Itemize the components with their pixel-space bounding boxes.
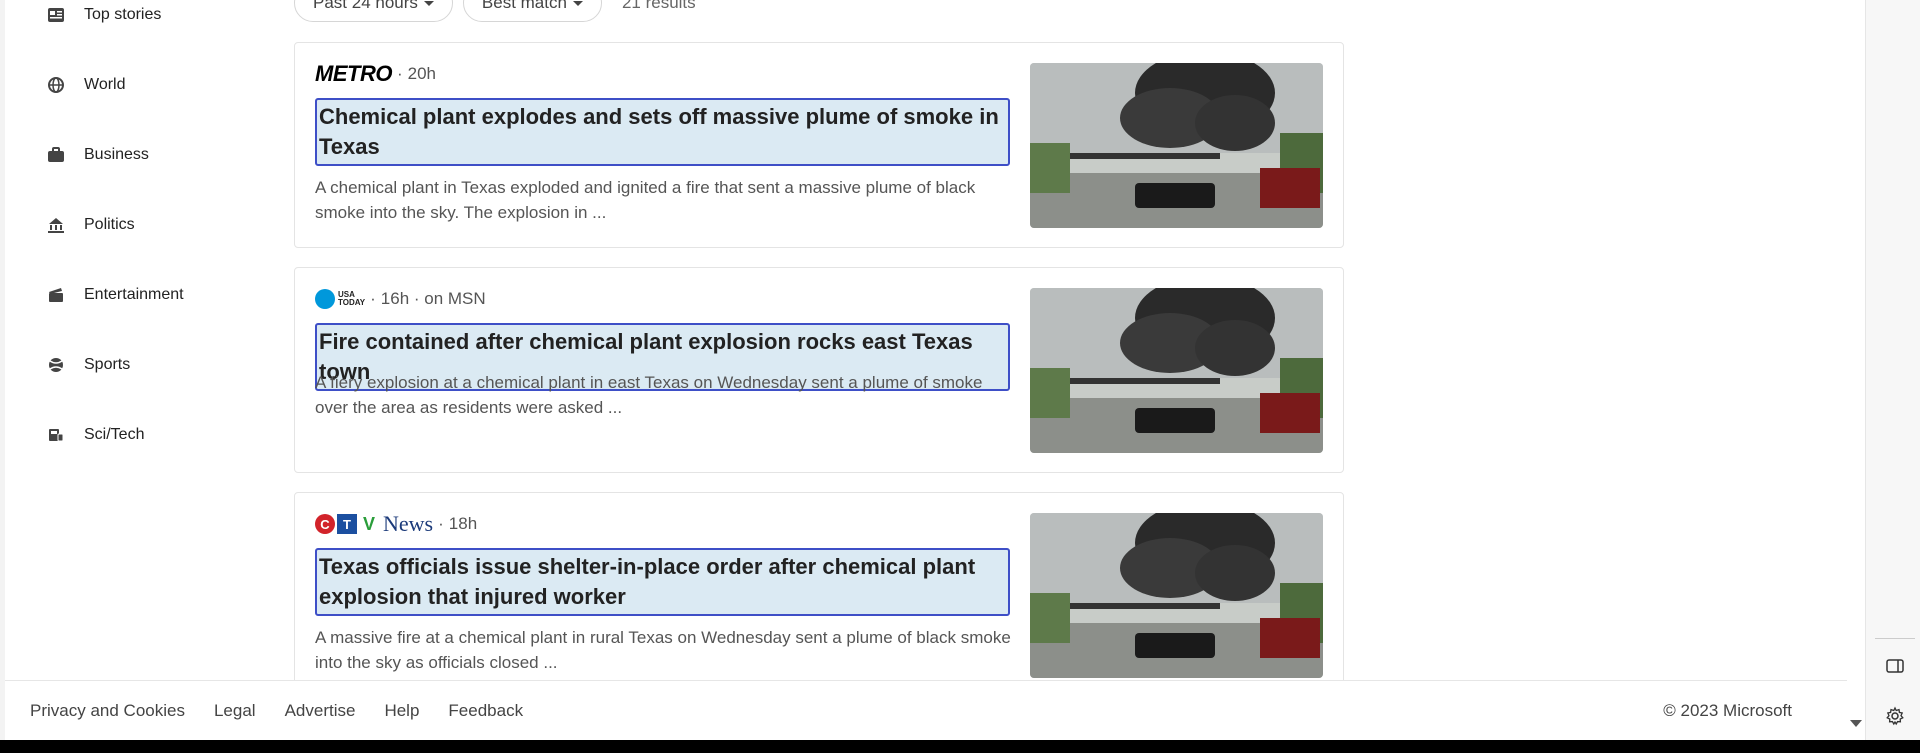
top-stories-icon	[42, 1, 70, 29]
side-panel-divider	[1875, 638, 1915, 639]
ctv-c-mark: C	[315, 514, 335, 534]
card-meta: USA TODAY · 16h · on MSN	[315, 288, 486, 310]
news-card[interactable]: C T V News · 18h Texas officials issue s…	[294, 492, 1344, 698]
sidebar-item-politics[interactable]: Politics	[30, 190, 260, 260]
article-title-link[interactable]: Chemical plant explodes and sets off mas…	[315, 98, 1010, 166]
globe-icon	[42, 71, 70, 99]
briefcase-icon	[42, 141, 70, 169]
card-time: 16h · on MSN	[380, 289, 486, 308]
sidebar-item-label: Sci/Tech	[84, 426, 145, 443]
scitech-icon	[42, 421, 70, 449]
sidebar-item-business[interactable]: Business	[30, 120, 260, 190]
article-title-link[interactable]: Texas officials issue shelter-in-place o…	[315, 548, 1010, 616]
meta-separator: ·	[396, 64, 403, 83]
ctv-news-wordmark: News	[383, 511, 434, 536]
footer-links: Privacy and Cookies Legal Advertise Help…	[30, 701, 523, 721]
screen-bottom-bar	[0, 740, 1920, 753]
footer-link-advertise[interactable]: Advertise	[285, 701, 356, 721]
sports-ball-icon	[42, 351, 70, 379]
time-filter-dropdown[interactable]: Past 24 hours	[294, 0, 453, 22]
article-thumbnail[interactable]	[1030, 63, 1323, 228]
sidebar-item-label: World	[84, 76, 126, 93]
explosion-smoke-image	[1030, 513, 1323, 678]
sidebar-item-sports[interactable]: Sports	[30, 330, 260, 400]
sidebar-item-entertainment[interactable]: Entertainment	[30, 260, 260, 330]
card-meta: C T V News · 18h	[315, 511, 478, 537]
sort-label: Best match	[481, 0, 567, 12]
clapperboard-icon	[42, 281, 70, 309]
sidebar-item-label: Sports	[84, 356, 131, 373]
card-meta: METRO · 20h	[315, 61, 436, 86]
usa-today-logo: USA TODAY	[315, 289, 365, 309]
sidebar-item-label: Top stories	[84, 6, 162, 23]
filter-bar: Past 24 hours Best match 21 results	[294, 0, 696, 22]
browser-side-panel	[1865, 0, 1920, 740]
sidebar-item-label: Business	[84, 146, 149, 163]
meta-separator: ·	[370, 289, 376, 308]
sort-dropdown[interactable]: Best match	[462, 0, 602, 22]
ctv-v-mark: V	[362, 513, 375, 534]
card-time: 18h	[448, 514, 478, 533]
page-footer: Privacy and Cookies Legal Advertise Help…	[5, 680, 1847, 740]
left-edge	[0, 0, 5, 740]
capitol-icon	[42, 211, 70, 239]
usa-today-dot	[315, 289, 335, 309]
article-thumbnail[interactable]	[1030, 288, 1323, 453]
time-filter-label: Past 24 hours	[313, 0, 418, 12]
news-card[interactable]: METRO · 20h Chemical plant explodes and …	[294, 42, 1344, 248]
explosion-smoke-image	[1030, 63, 1323, 228]
usa-today-wordmark: USA TODAY	[338, 290, 366, 307]
results-count: 21 results	[621, 0, 696, 12]
category-sidebar: Top stories World Business Politics Ente…	[30, 0, 260, 470]
card-time: 20h	[407, 64, 436, 83]
news-card[interactable]: USA TODAY · 16h · on MSN Fire contained a…	[294, 267, 1344, 473]
article-snippet: A massive fire at a chemical plant in ru…	[315, 628, 1011, 672]
scroll-down-arrow[interactable]	[1850, 720, 1862, 727]
explosion-smoke-image	[1030, 288, 1323, 453]
sidebar-item-top-stories[interactable]: Top stories	[30, 0, 260, 50]
article-snippet: A fiery explosion at a chemical plant in…	[315, 373, 983, 417]
news-page: Top stories World Business Politics Ente…	[0, 0, 1920, 740]
sidebar-item-label: Politics	[84, 216, 135, 233]
caret-down-icon	[572, 0, 583, 6]
article-thumbnail[interactable]	[1030, 513, 1323, 678]
footer-link-help[interactable]: Help	[384, 701, 419, 721]
sidebar-toggle-icon[interactable]	[1880, 651, 1910, 681]
sidebar-item-scitech[interactable]: Sci/Tech	[30, 400, 260, 470]
caret-down-icon	[423, 0, 434, 6]
copyright: © 2023 Microsoft	[1663, 701, 1792, 720]
ctv-t-mark: T	[337, 514, 357, 534]
settings-gear-icon[interactable]	[1880, 701, 1910, 731]
sidebar-item-label: Entertainment	[84, 286, 184, 303]
footer-link-feedback[interactable]: Feedback	[448, 701, 523, 721]
footer-link-privacy[interactable]: Privacy and Cookies	[30, 701, 185, 721]
meta-separator: ·	[438, 514, 444, 533]
sidebar-item-world[interactable]: World	[30, 50, 260, 120]
footer-link-legal[interactable]: Legal	[214, 701, 256, 721]
metro-logo: METRO	[315, 61, 392, 86]
article-snippet: A chemical plant in Texas exploded and i…	[315, 178, 976, 222]
ctv-news-logo: C T V News	[315, 511, 433, 537]
